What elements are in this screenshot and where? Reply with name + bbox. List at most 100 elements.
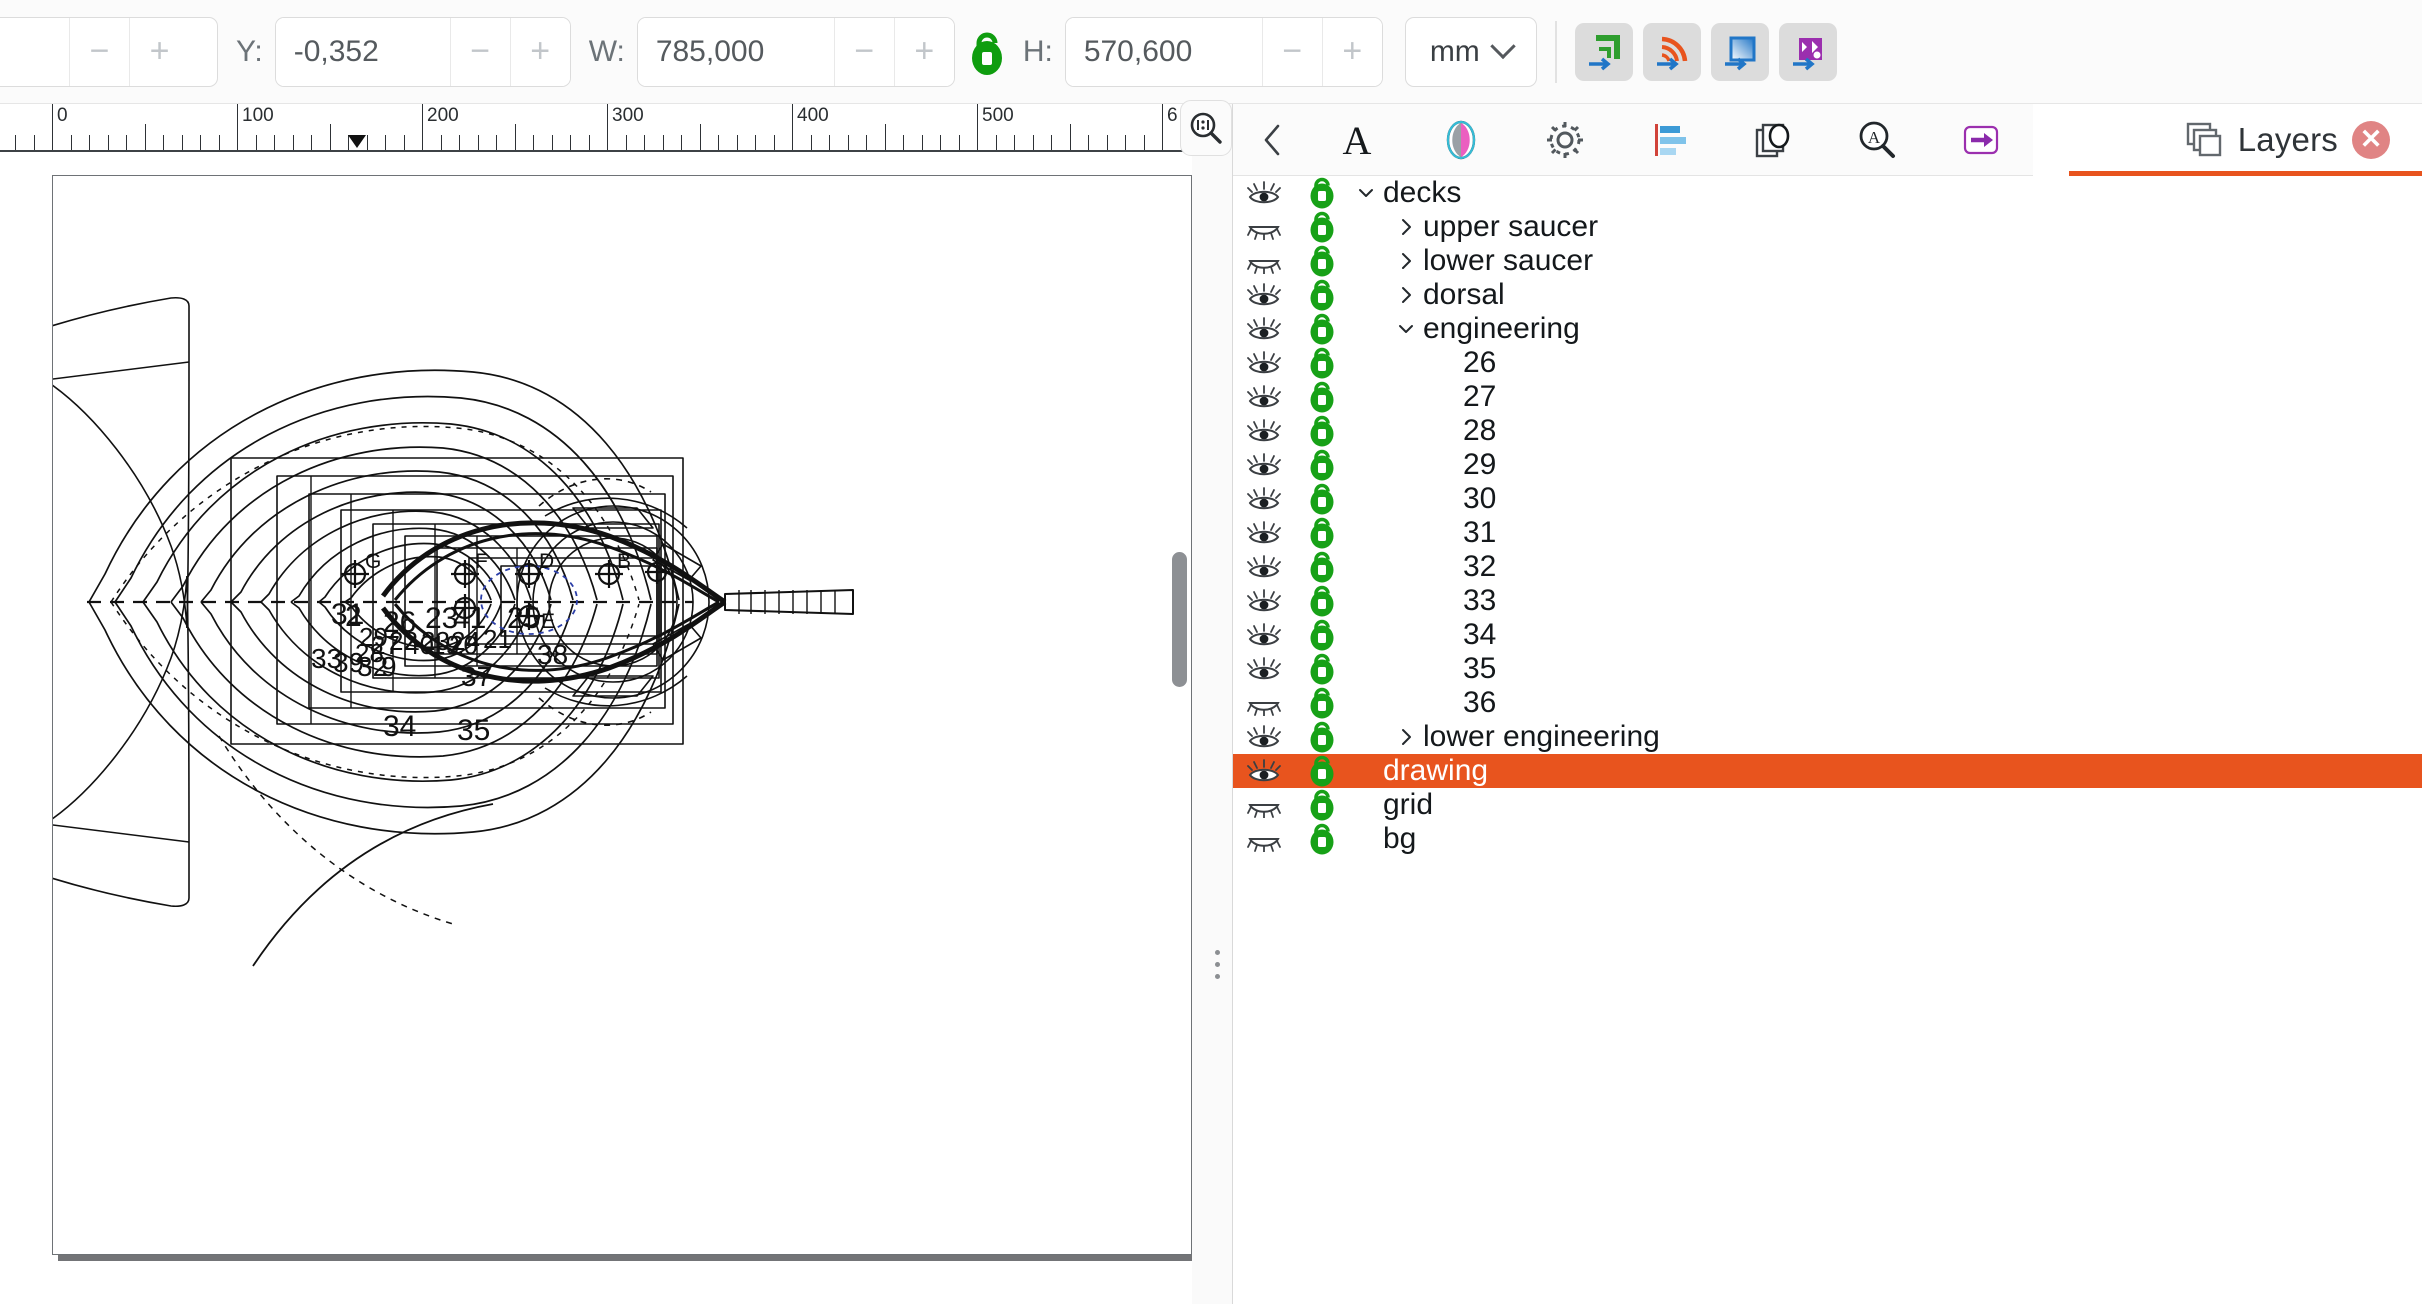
y-increment-button[interactable]: + bbox=[509, 17, 570, 86]
layer-row[interactable]: 29 bbox=[1233, 448, 2422, 482]
panel-resize-grip[interactable] bbox=[1210, 942, 1224, 986]
layer-expander[interactable] bbox=[1389, 251, 1423, 271]
layer-row[interactable]: 32 bbox=[1233, 550, 2422, 584]
layer-row[interactable]: 28 bbox=[1233, 414, 2422, 448]
layers-list[interactable]: decks upper saucer lower saucer dorsal engin… bbox=[1233, 176, 2422, 1304]
layer-name-cell[interactable]: upper saucer bbox=[1349, 212, 1598, 242]
layer-row[interactable]: drawing bbox=[1233, 754, 2422, 788]
canvas-vertical-scrollbar-thumb[interactable] bbox=[1172, 552, 1187, 687]
layer-visibility-toggle[interactable] bbox=[1233, 486, 1295, 512]
layer-lock-toggle[interactable] bbox=[1295, 381, 1349, 413]
layer-visibility-toggle[interactable] bbox=[1233, 452, 1295, 478]
lock-aspect-ratio-button[interactable] bbox=[965, 28, 1009, 76]
layer-row[interactable]: dorsal bbox=[1233, 278, 2422, 312]
chevron-right-icon[interactable] bbox=[1396, 251, 1416, 271]
layer-lock-toggle[interactable] bbox=[1295, 449, 1349, 481]
chevron-right-icon[interactable] bbox=[1396, 727, 1416, 747]
close-panel-button[interactable]: ✕ bbox=[2352, 120, 2390, 159]
w-increment-button[interactable]: + bbox=[893, 17, 954, 86]
layer-row[interactable]: engineering bbox=[1233, 312, 2422, 346]
tab-text-and-font[interactable]: A bbox=[1305, 104, 1409, 176]
layer-name-cell[interactable]: lower saucer bbox=[1349, 246, 1593, 276]
h-input[interactable]: 570,600 bbox=[1065, 17, 1262, 86]
back-button[interactable] bbox=[1239, 104, 1305, 176]
layer-lock-toggle[interactable] bbox=[1295, 823, 1349, 855]
layer-lock-toggle[interactable] bbox=[1295, 653, 1349, 685]
layer-name-cell[interactable]: grid bbox=[1349, 790, 1433, 820]
layer-visibility-toggle[interactable] bbox=[1233, 350, 1295, 376]
layer-visibility-toggle[interactable] bbox=[1233, 282, 1295, 308]
y-field-group[interactable]: -0,352 − + bbox=[274, 16, 571, 87]
x-input[interactable] bbox=[0, 17, 69, 86]
layer-lock-toggle[interactable] bbox=[1295, 211, 1349, 243]
layer-lock-toggle[interactable] bbox=[1295, 585, 1349, 617]
layer-visibility-toggle[interactable] bbox=[1233, 690, 1295, 716]
layer-name-cell[interactable]: 35 bbox=[1349, 654, 1496, 684]
layer-lock-toggle[interactable] bbox=[1295, 551, 1349, 583]
layer-visibility-toggle[interactable] bbox=[1233, 418, 1295, 444]
tab-layers[interactable]: Layers ✕ bbox=[2033, 103, 2422, 176]
w-field-group[interactable]: 785,000 − + bbox=[636, 16, 955, 87]
layer-visibility-toggle[interactable] bbox=[1233, 826, 1295, 852]
layer-lock-toggle[interactable] bbox=[1295, 313, 1349, 345]
layer-lock-toggle[interactable] bbox=[1295, 755, 1349, 787]
layer-visibility-toggle[interactable] bbox=[1233, 384, 1295, 410]
tab-fill-and-stroke[interactable] bbox=[1409, 104, 1513, 176]
layer-row[interactable]: 27 bbox=[1233, 380, 2422, 414]
layer-row[interactable]: 35 bbox=[1233, 652, 2422, 686]
ruler-corner-zoom-button[interactable] bbox=[1180, 100, 1232, 156]
w-decrement-button[interactable]: − bbox=[833, 17, 894, 86]
layer-row[interactable]: bg bbox=[1233, 822, 2422, 856]
tab-export[interactable] bbox=[1929, 104, 2033, 176]
layer-visibility-toggle[interactable] bbox=[1233, 180, 1295, 206]
layer-expander[interactable] bbox=[1389, 217, 1423, 237]
tab-find-replace[interactable]: A bbox=[1825, 104, 1929, 176]
y-input[interactable]: -0,352 bbox=[275, 17, 450, 86]
layer-lock-toggle[interactable] bbox=[1295, 245, 1349, 277]
layer-name-cell[interactable]: 29 bbox=[1349, 450, 1496, 480]
move-gradients-toggle[interactable] bbox=[1710, 22, 1769, 81]
layer-lock-toggle[interactable] bbox=[1295, 483, 1349, 515]
layer-visibility-toggle[interactable] bbox=[1233, 622, 1295, 648]
canvas-vertical-scrollbar-track[interactable] bbox=[1168, 304, 1192, 1304]
chevron-down-icon[interactable] bbox=[1356, 183, 1376, 203]
x-field-group[interactable]: − + bbox=[0, 16, 218, 87]
layer-visibility-toggle[interactable] bbox=[1233, 316, 1295, 342]
chevron-down-icon[interactable] bbox=[1396, 319, 1416, 339]
tab-preferences[interactable] bbox=[1513, 104, 1617, 176]
tab-align-and-distribute[interactable] bbox=[1617, 104, 1721, 176]
layer-name-cell[interactable]: lower engineering bbox=[1349, 722, 1660, 752]
layer-visibility-toggle[interactable] bbox=[1233, 248, 1295, 274]
layer-lock-toggle[interactable] bbox=[1295, 619, 1349, 651]
move-patterns-toggle[interactable] bbox=[1778, 22, 1837, 81]
layer-row[interactable]: 26 bbox=[1233, 346, 2422, 380]
tab-objects[interactable] bbox=[1721, 104, 1825, 176]
layer-expander[interactable] bbox=[1389, 727, 1423, 747]
layer-name-cell[interactable]: engineering bbox=[1349, 314, 1580, 344]
layer-lock-toggle[interactable] bbox=[1295, 177, 1349, 209]
layer-visibility-toggle[interactable] bbox=[1233, 554, 1295, 580]
layer-visibility-toggle[interactable] bbox=[1233, 588, 1295, 614]
layer-name-cell[interactable]: 28 bbox=[1349, 416, 1496, 446]
layer-lock-toggle[interactable] bbox=[1295, 279, 1349, 311]
layer-visibility-toggle[interactable] bbox=[1233, 214, 1295, 240]
drawing-canvas[interactable]: G F D E B 31 2 26 23 41 25 29 22 23 24 2… bbox=[0, 152, 1192, 1304]
layer-name-cell[interactable]: 30 bbox=[1349, 484, 1496, 514]
layer-row[interactable]: 34 bbox=[1233, 618, 2422, 652]
h-increment-button[interactable]: + bbox=[1321, 17, 1382, 86]
layer-visibility-toggle[interactable] bbox=[1233, 520, 1295, 546]
layer-row[interactable]: grid bbox=[1233, 788, 2422, 822]
layer-name-cell[interactable]: 26 bbox=[1349, 348, 1496, 378]
layer-expander[interactable] bbox=[1349, 183, 1383, 203]
layer-visibility-toggle[interactable] bbox=[1233, 724, 1295, 750]
layer-expander[interactable] bbox=[1389, 319, 1423, 339]
layer-name-cell[interactable]: 33 bbox=[1349, 586, 1496, 616]
x-increment-button[interactable]: + bbox=[129, 17, 189, 86]
layer-lock-toggle[interactable] bbox=[1295, 517, 1349, 549]
layer-row[interactable]: 30 bbox=[1233, 482, 2422, 516]
x-decrement-button[interactable]: − bbox=[69, 17, 129, 86]
layer-lock-toggle[interactable] bbox=[1295, 721, 1349, 753]
layer-lock-toggle[interactable] bbox=[1295, 415, 1349, 447]
scale-stroke-width-toggle[interactable] bbox=[1574, 22, 1633, 81]
layer-expander[interactable] bbox=[1389, 285, 1423, 305]
